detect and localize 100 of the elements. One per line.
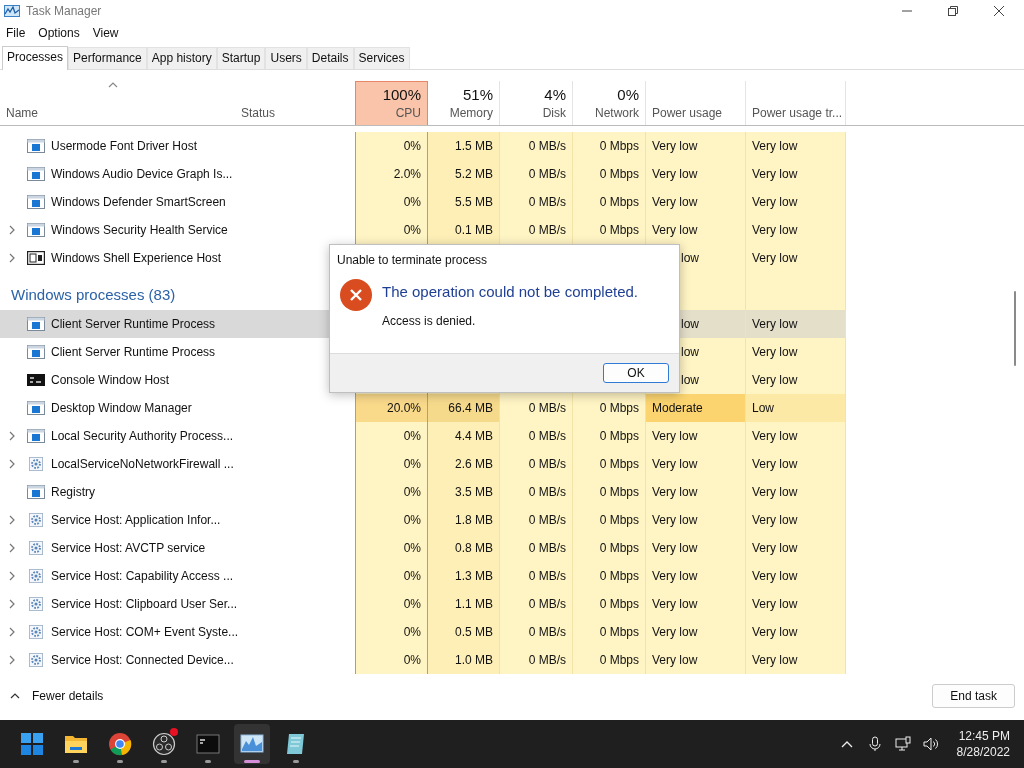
table-cell: 0 Mbps	[573, 216, 646, 244]
table-cell: 0 MB/s	[500, 646, 573, 674]
process-name: Client Server Runtime Process	[50, 345, 217, 359]
table-cell: 0 Mbps	[573, 562, 646, 590]
table-cell: Very low	[646, 216, 746, 244]
table-cell: 0 Mbps	[573, 188, 646, 216]
table-cell: Very low	[746, 132, 846, 160]
dialog-title: Unable to terminate process	[337, 253, 489, 267]
table-cell: Very low	[746, 618, 846, 646]
table-cell: 0 MB/s	[500, 160, 573, 188]
table-cell: Very low	[646, 132, 746, 160]
table-cell: 0 Mbps	[573, 394, 646, 422]
table-cell: 5.5 MB	[428, 188, 500, 216]
table-cell: 0.1 MB	[428, 216, 500, 244]
table-cell: Very low	[746, 450, 846, 478]
table-cell: Very low	[746, 188, 846, 216]
process-name: Local Security Authority Process...	[50, 429, 235, 443]
table-cell: 1.5 MB	[428, 132, 500, 160]
table-cell: Very low	[746, 216, 846, 244]
table-cell: 1.1 MB	[428, 590, 500, 618]
table-cell: 0 MB/s	[500, 590, 573, 618]
table-cell: 0 Mbps	[573, 160, 646, 188]
table-cell: 1.3 MB	[428, 562, 500, 590]
table-cell: 0%	[355, 216, 428, 244]
table-cell: Very low	[646, 646, 746, 674]
table-cell: Very low	[746, 506, 846, 534]
table-cell: 0%	[355, 506, 428, 534]
table-cell: 0 Mbps	[573, 506, 646, 534]
process-name: Service Host: Clipboard User Ser...	[50, 597, 235, 611]
table-cell: 0.8 MB	[428, 534, 500, 562]
table-cell: Very low	[646, 562, 746, 590]
table-cell: 1.8 MB	[428, 506, 500, 534]
dialog-message: Access is denied.	[382, 314, 477, 328]
table-cell: Very low	[646, 188, 746, 216]
table-cell: Very low	[746, 422, 846, 450]
column-summary: 51%	[462, 86, 493, 103]
table-cell: 0%	[355, 422, 428, 450]
table-cell: Very low	[746, 244, 846, 272]
table-cell: Very low	[746, 366, 846, 394]
table-cell: 0 MB/s	[500, 188, 573, 216]
table-cell: 0 Mbps	[573, 422, 646, 450]
table-cell: Moderate	[646, 394, 746, 422]
table-cell: Very low	[646, 534, 746, 562]
process-name: Service Host: Capability Access ...	[50, 569, 235, 583]
table-cell: 0 MB/s	[500, 450, 573, 478]
table-cell: 0 MB/s	[500, 478, 573, 506]
table-cell: 0 MB/s	[500, 132, 573, 160]
table-cell: 0%	[355, 450, 428, 478]
table-cell: 0%	[355, 188, 428, 216]
table-cell: 0%	[355, 562, 428, 590]
table-cell: Low	[746, 394, 846, 422]
table-cell: Very low	[646, 422, 746, 450]
column-summary: 100%	[382, 86, 421, 103]
column-summary: 4%	[544, 86, 566, 103]
process-name: Windows Audio Device Graph Is...	[50, 167, 234, 181]
table-cell: 0 Mbps	[573, 590, 646, 618]
table-cell: 0%	[355, 618, 428, 646]
table-cell: Very low	[646, 618, 746, 646]
table-cell: 0%	[355, 646, 428, 674]
dialog-heading: The operation could not be completed.	[382, 283, 638, 300]
process-name: Client Server Runtime Process	[50, 317, 217, 331]
table-cell: 0.5 MB	[428, 618, 500, 646]
table-cell: 0%	[355, 132, 428, 160]
table-cell: 0 Mbps	[573, 132, 646, 160]
group-heading: Windows processes (83)	[10, 284, 177, 303]
table-cell: Very low	[646, 478, 746, 506]
column-summary: 0%	[617, 86, 639, 103]
table-cell: 0%	[355, 590, 428, 618]
table-cell: 0 MB/s	[500, 562, 573, 590]
table-cell: Very low	[746, 534, 846, 562]
table-cell: 2.6 MB	[428, 450, 500, 478]
process-name: LocalServiceNoNetworkFirewall ...	[50, 457, 235, 471]
table-cell: 0 MB/s	[500, 506, 573, 534]
table-cell: Very low	[646, 590, 746, 618]
process-name: Service Host: Connected Device...	[50, 653, 235, 667]
process-name: Console Window Host	[50, 373, 171, 387]
table-cell: 0 MB/s	[500, 618, 573, 646]
table-cell: 0 MB/s	[500, 534, 573, 562]
table-cell: Very low	[646, 160, 746, 188]
table-cell: 0 Mbps	[573, 618, 646, 646]
table-cell: 0 Mbps	[573, 534, 646, 562]
table-cell: Very low	[746, 338, 846, 366]
process-name: Windows Shell Experience Host	[50, 251, 223, 265]
process-name: Windows Defender SmartScreen	[50, 195, 227, 209]
table-cell: Very low	[746, 310, 846, 338]
table-cell: 0 MB/s	[500, 394, 573, 422]
window-title: Task Manager	[26, 4, 102, 18]
table-cell: Very low	[646, 450, 746, 478]
table-cell: Very low	[646, 506, 746, 534]
table-cell: Very low	[746, 478, 846, 506]
table-cell: Very low	[746, 562, 846, 590]
table-cell: 2.0%	[355, 160, 428, 188]
table-cell: 66.4 MB	[428, 394, 500, 422]
table-cell: 0 Mbps	[573, 450, 646, 478]
link-label: Fewer details	[32, 689, 104, 703]
table-cell: 0 Mbps	[573, 646, 646, 674]
table-cell: 5.2 MB	[428, 160, 500, 188]
table-cell: 3.5 MB	[428, 478, 500, 506]
process-name: Desktop Window Manager	[50, 401, 193, 415]
table-cell: 4.4 MB	[428, 422, 500, 450]
